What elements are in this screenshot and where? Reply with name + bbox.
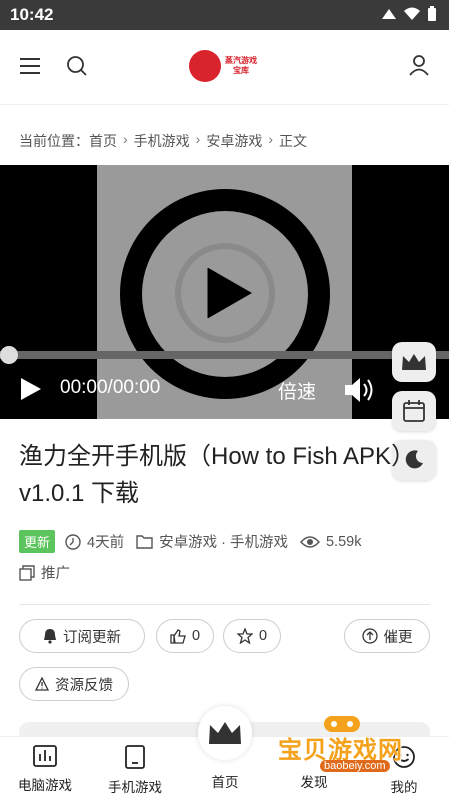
article-views: 5.59k	[325, 533, 362, 550]
breadcrumb-android-games[interactable]: 安卓游戏	[206, 131, 262, 151]
article-title: 渔力全开手机版（How to Fish APK）v1.0.1 下载	[19, 443, 416, 507]
thumbs-up-icon	[170, 629, 186, 644]
star-icon	[236, 628, 253, 644]
update-badge: 更新	[19, 530, 56, 553]
breadcrumb-home[interactable]: 首页	[89, 131, 117, 151]
divider	[19, 604, 430, 605]
crown-icon	[402, 354, 426, 370]
home-crown-button[interactable]	[198, 706, 252, 760]
subscribe-label: 订阅更新	[63, 629, 121, 646]
like-count: 0	[191, 628, 201, 644]
watermark-logo: 宝贝游戏网 baobeiy.com	[278, 716, 438, 778]
watermark-url: baobeiy.com	[320, 760, 390, 772]
play-icon	[207, 268, 253, 318]
nav-me-label: 我的	[390, 780, 418, 795]
video-progress-bar[interactable]	[0, 351, 449, 359]
bar-chart-icon	[33, 745, 57, 767]
warning-icon	[35, 677, 49, 691]
breadcrumb-current: 正文	[279, 133, 308, 149]
article-meta: 更新 4天前 安卓游戏 · 手机游戏 5.59k	[19, 530, 361, 553]
subscribe-button[interactable]: 订阅更新	[19, 619, 145, 653]
nav-pc-label: 电脑游戏	[18, 778, 72, 793]
favorite-count: 0	[258, 628, 268, 644]
logo-text-1: 蒸汽游戏	[225, 56, 257, 65]
eye-icon	[300, 535, 320, 548]
article-date: 4天前	[87, 535, 125, 551]
nav-pc-games[interactable]: 电脑游戏	[5, 745, 85, 794]
app-header: 蒸汽游戏 宝库	[0, 30, 449, 105]
calendar-button[interactable]	[392, 391, 436, 431]
logo-mark	[189, 50, 221, 82]
logo-text-2: 宝库	[233, 66, 249, 75]
calendar-icon	[403, 400, 425, 422]
crown-icon	[209, 722, 241, 744]
status-bar: 10:42	[0, 0, 449, 30]
speed-button[interactable]: 倍速	[278, 377, 316, 404]
promo-label: 推广	[41, 566, 70, 582]
favorite-button[interactable]: 0	[223, 619, 281, 653]
chevron-right-icon: ›	[268, 131, 274, 147]
chevron-right-icon: ›	[123, 131, 128, 147]
chevron-right-icon: ›	[195, 131, 201, 147]
status-time: 10:42	[10, 5, 54, 24]
copy-icon	[19, 564, 35, 581]
wifi-icon	[404, 7, 420, 20]
clock-icon	[65, 533, 81, 550]
promo-row[interactable]: 推广	[19, 562, 70, 583]
breadcrumb: 当前位置： 首页 › 手机游戏 › 安卓游戏 › 正文	[19, 131, 307, 151]
urge-label: 催更	[383, 629, 413, 646]
vip-button[interactable]	[392, 342, 436, 382]
feedback-button[interactable]: 资源反馈	[19, 667, 129, 701]
nav-home-label: 首页	[211, 775, 239, 790]
search-icon[interactable]	[66, 55, 88, 77]
menu-icon[interactable]	[19, 57, 41, 75]
folder-icon	[136, 535, 153, 549]
nav-mobile-label: 手机游戏	[108, 780, 162, 795]
nav-home[interactable]: 首页	[185, 771, 265, 791]
nav-mobile-games[interactable]: 手机游戏	[95, 745, 175, 796]
battery-icon	[428, 6, 436, 21]
breadcrumb-prefix: 当前位置：	[19, 133, 89, 149]
play-small-icon[interactable]	[20, 377, 42, 401]
video-time: 00:00/00:00	[60, 377, 161, 398]
signal-icon	[382, 9, 396, 19]
user-icon[interactable]	[408, 54, 430, 76]
breadcrumb-mobile-games[interactable]: 手机游戏	[134, 131, 190, 151]
feedback-label: 资源反馈	[55, 677, 113, 694]
like-button[interactable]: 0	[156, 619, 214, 653]
phone-icon	[125, 745, 145, 769]
urge-update-button[interactable]: 催更	[344, 619, 430, 653]
arrow-up-circle-icon	[361, 628, 378, 644]
article-categories[interactable]: 安卓游戏 · 手机游戏	[159, 531, 288, 552]
site-logo[interactable]: 蒸汽游戏 宝库	[189, 50, 257, 82]
bell-icon	[44, 629, 56, 644]
video-player[interactable]: 00:00/00:00 倍速	[0, 165, 449, 419]
progress-handle[interactable]	[0, 346, 18, 364]
volume-icon[interactable]	[344, 377, 376, 403]
